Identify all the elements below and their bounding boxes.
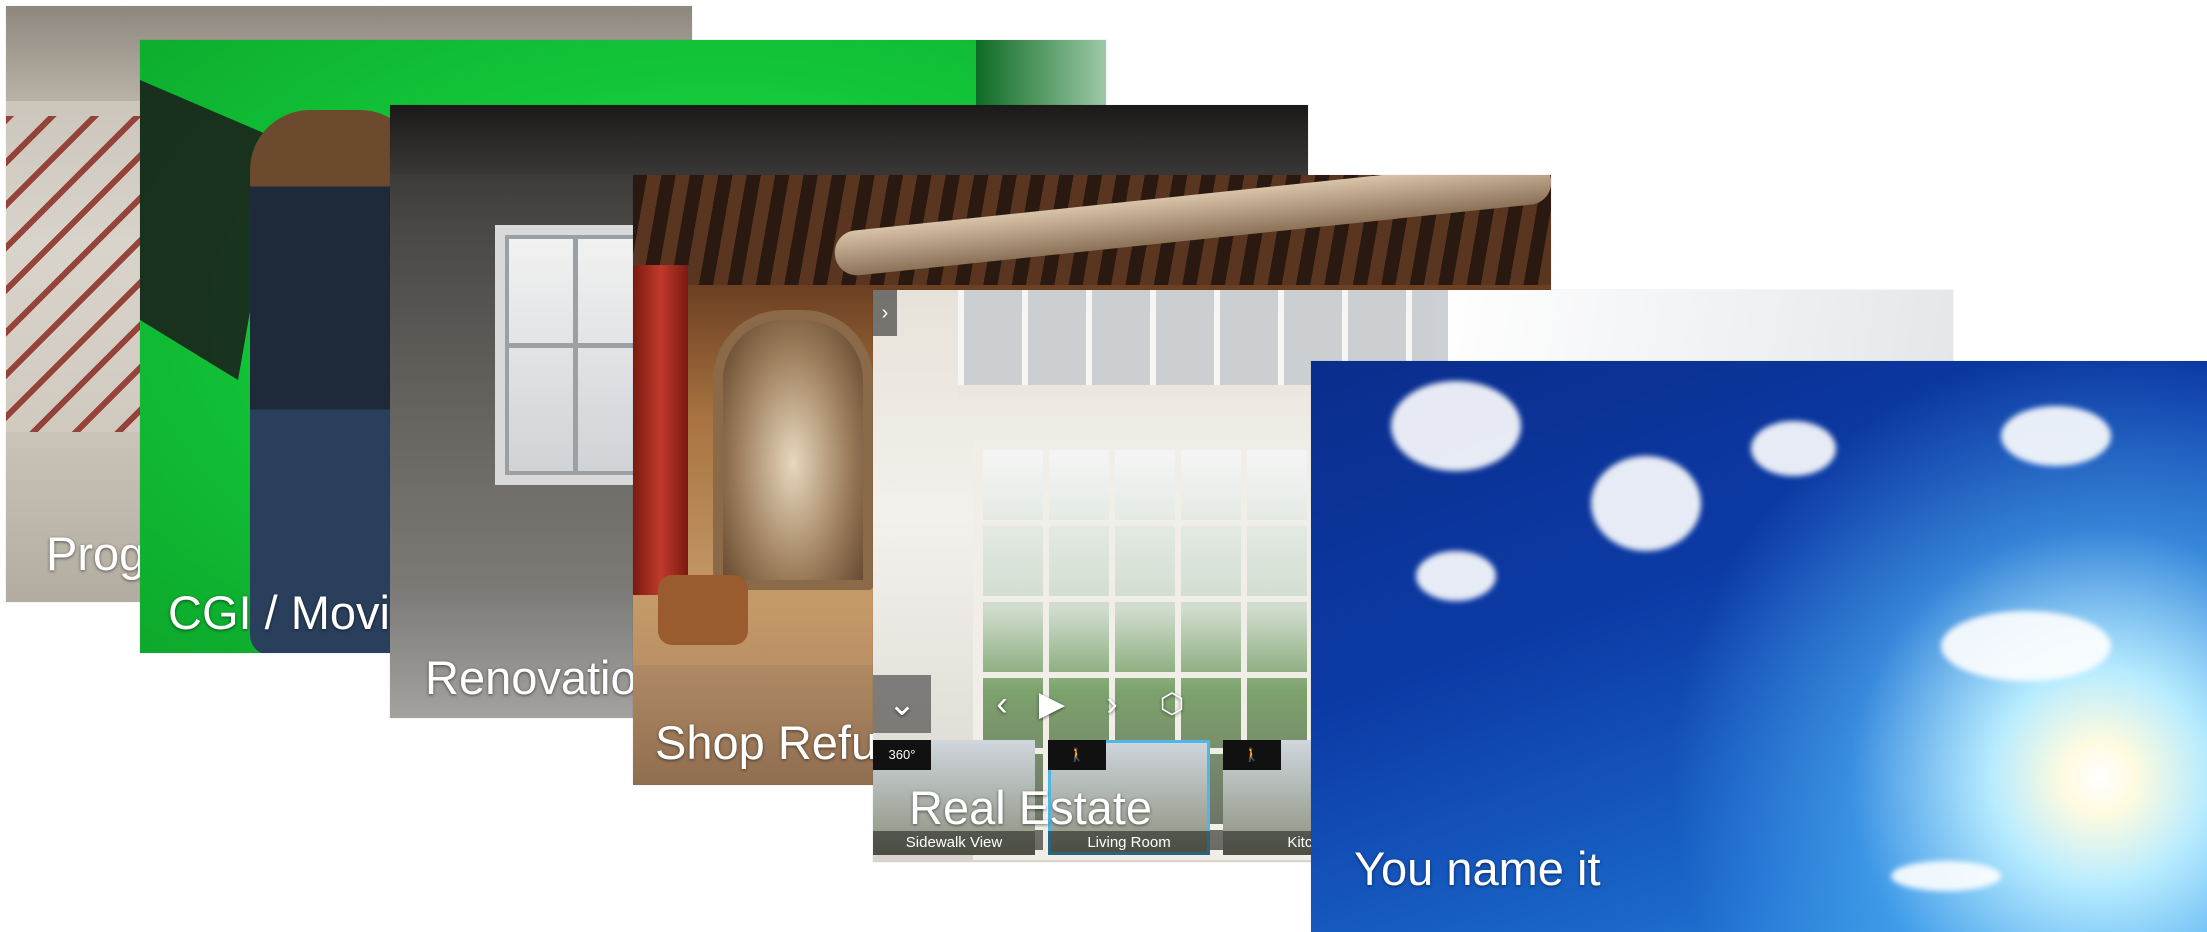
cloud-photo (1751, 421, 1836, 476)
cloud-photo (1416, 551, 1496, 601)
3d-view-icon[interactable]: ⬡ (1143, 675, 1201, 733)
next-icon[interactable]: › (1083, 675, 1141, 733)
window-photo (495, 225, 650, 485)
cloud-photo (1591, 456, 1701, 551)
card-caption: Renovatio (425, 651, 637, 704)
walk-icon: 🚶 (1223, 740, 1281, 770)
chevron-down-icon[interactable]: ⌄ (873, 675, 931, 733)
tour-controls: ⌄ ‹ ▶ › ⬡ (873, 675, 1313, 733)
card-caption: Prog (46, 527, 146, 580)
card-caption: Shop Refu (655, 716, 878, 769)
cloud-photo (1941, 611, 2111, 681)
card-you-name-it[interactable]: You name it (1311, 361, 2207, 932)
card-caption: You name it (1354, 842, 1601, 895)
doorway-photo (713, 310, 873, 590)
chair-photo (658, 575, 748, 645)
curtain-photo (633, 265, 688, 595)
staircase-photo (6, 116, 146, 436)
360-icon: 360° (873, 740, 931, 770)
play-icon[interactable]: ▶ (1023, 675, 1081, 733)
expand-chevron-icon[interactable]: › (873, 290, 897, 336)
walk-icon: 🚶 (1048, 740, 1106, 770)
cloud-photo (2001, 406, 2111, 466)
card-caption: CGI / Movi (168, 586, 390, 639)
cloud-photo (1391, 381, 1521, 471)
cloud-photo (1891, 861, 2001, 891)
beam-photo (390, 105, 1308, 175)
card-caption: Real Estate (909, 781, 1152, 834)
